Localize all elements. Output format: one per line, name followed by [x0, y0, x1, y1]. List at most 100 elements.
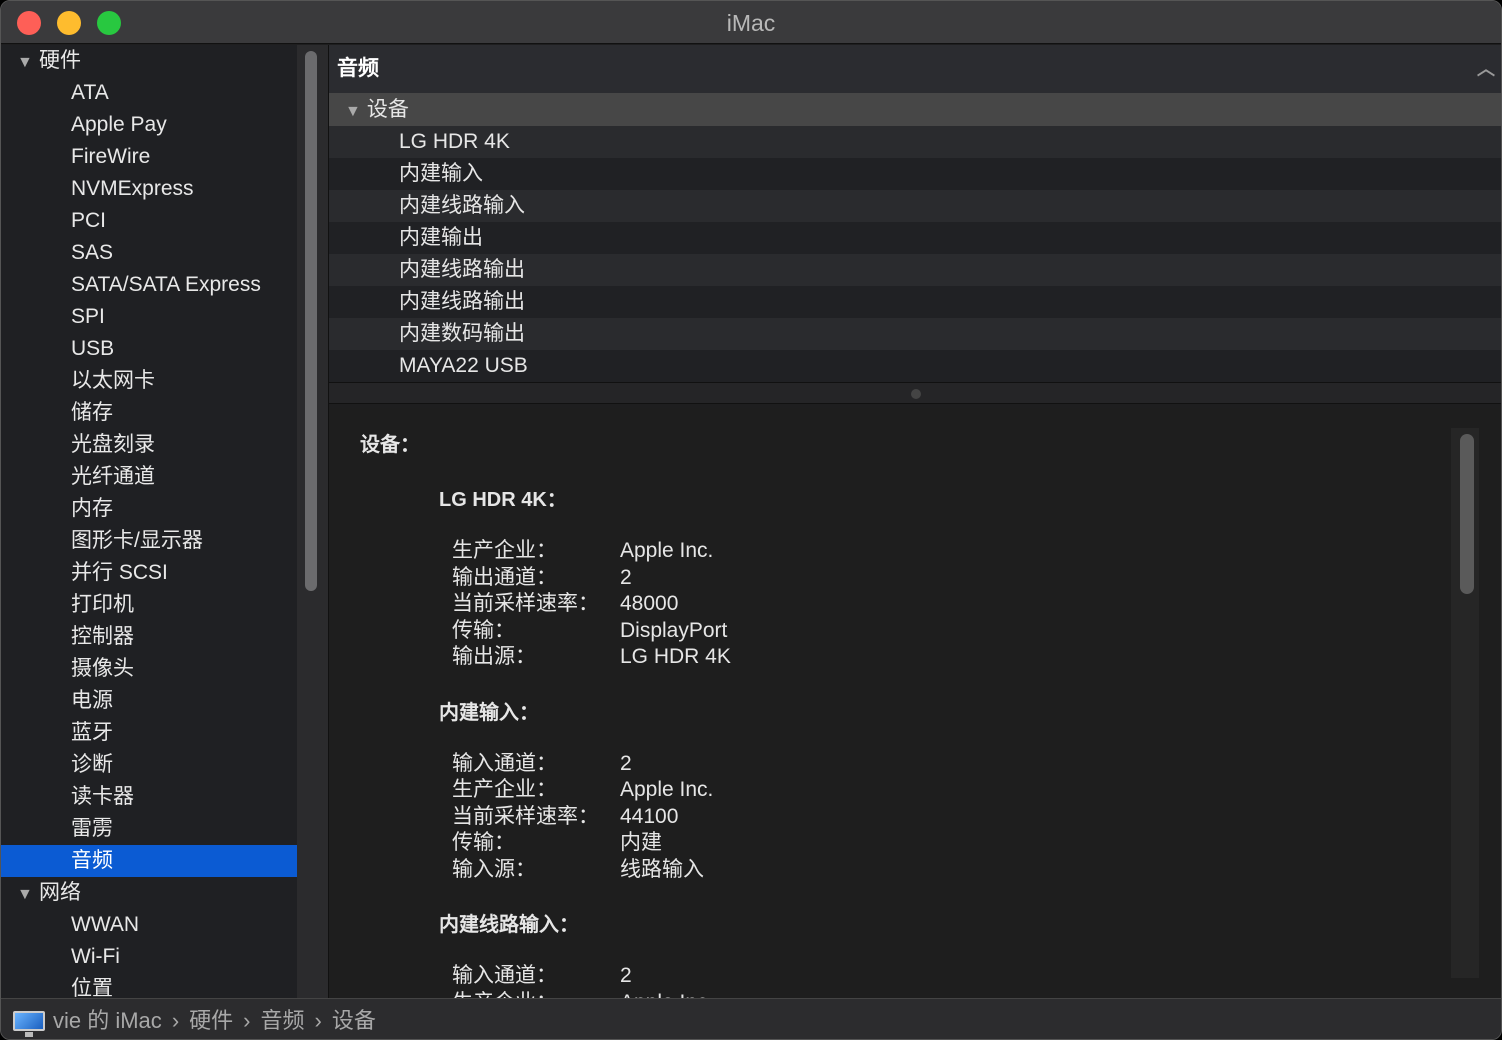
- property-label: 输入源：: [452, 857, 536, 881]
- sidebar-group[interactable]: ▼ 网络: [1, 877, 297, 909]
- property-label: 当前采样速率：: [452, 592, 599, 615]
- sidebar-item[interactable]: USB: [1, 333, 297, 365]
- chevron-right-icon: ›: [171, 1008, 180, 1033]
- sidebar-group[interactable]: ▼ 硬件: [1, 45, 297, 77]
- sidebar-item[interactable]: 位置: [1, 973, 297, 998]
- sidebar-item[interactable]: 光盘刻录: [1, 429, 297, 461]
- sidebar-item[interactable]: SPI: [1, 301, 297, 333]
- sidebar-item[interactable]: 电源: [1, 685, 297, 717]
- property-value: 2: [620, 964, 632, 987]
- sidebar-item[interactable]: 储存: [1, 397, 297, 429]
- property-value: DisplayPort: [620, 618, 728, 642]
- sidebar-item[interactable]: 以太网卡: [1, 365, 297, 397]
- sidebar-item[interactable]: SATA/SATA Express: [1, 269, 297, 301]
- sidebar-item[interactable]: 蓝牙: [1, 717, 297, 749]
- window-title: iMac: [726, 10, 776, 36]
- property-row: 输入通道： 2: [452, 963, 713, 990]
- sidebar-item[interactable]: ATA: [1, 77, 297, 109]
- divider-handle[interactable]: [911, 389, 921, 399]
- content-pane: 音频 ︿ ▼ 设备 LG HDR 4K 内建输入 内建线路输入 内建输出 内建线路输出 内建线…: [329, 45, 1501, 998]
- list-item[interactable]: 内建线路输出: [329, 286, 1501, 318]
- sidebar-item[interactable]: 读卡器: [1, 781, 297, 813]
- list-item[interactable]: 内建输入: [329, 158, 1501, 190]
- chevron-right-icon: ›: [314, 1008, 322, 1033]
- sidebar-item[interactable]: 摄像头: [1, 653, 297, 685]
- disclosure-triangle-icon[interactable]: ▼: [17, 879, 39, 911]
- property-row: 输出通道： 2: [452, 565, 731, 592]
- list-header-label: 音频: [337, 57, 379, 80]
- property-label: 生产企业：: [452, 778, 557, 801]
- property-row: 输出源： LG HDR 4K: [452, 644, 731, 671]
- detail-title: 设备：: [360, 434, 420, 456]
- property-row: 生产企业：Apple Inc.: [452, 990, 713, 999]
- list-group-devices[interactable]: ▼ 设备: [329, 93, 1501, 126]
- sidebar-item[interactable]: FireWire: [1, 141, 297, 173]
- split-divider[interactable]: [329, 382, 1501, 404]
- sidebar-item[interactable]: 并行 SCSI: [1, 557, 297, 589]
- property-row: 当前采样速率： 44100: [452, 804, 713, 831]
- list-item[interactable]: 内建数码输出: [329, 318, 1501, 350]
- sidebar-item[interactable]: WWAN: [1, 909, 297, 941]
- property-row: 输入源： 线路输入: [452, 857, 713, 884]
- property-value: 2: [620, 751, 632, 775]
- property-value: Apple Inc.: [620, 778, 714, 801]
- sidebar-item[interactable]: 雷雳: [1, 813, 297, 845]
- detail-pane: 设备： LG HDR 4K： 生产企业： Apple Inc. 输出通道： 2 当前采样速…: [329, 408, 1501, 998]
- sidebar-item[interactable]: 内存: [1, 493, 297, 525]
- property-label: 输入通道：: [452, 751, 557, 775]
- breadcrumb: vie 的 iMac › 硬件 › 音频 › 设备: [1, 998, 1501, 1039]
- property-label: 输出源：: [452, 645, 536, 668]
- sidebar-scroll-thumb[interactable]: [305, 51, 317, 591]
- breadcrumb-item[interactable]: 音频: [260, 1008, 304, 1033]
- sidebar-item[interactable]: 诊断: [1, 749, 297, 781]
- property-row: 生产企业： Apple Inc.: [452, 777, 713, 804]
- sidebar-item[interactable]: 光纤通道: [1, 461, 297, 493]
- property-row: 传输： 内建: [452, 830, 713, 857]
- sidebar-item[interactable]: SAS: [1, 237, 297, 269]
- property-row: 传输： DisplayPort: [452, 618, 731, 645]
- device-heading: LG HDR 4K：: [439, 489, 567, 511]
- list-item[interactable]: 内建线路输出: [329, 254, 1501, 286]
- sidebar-item[interactable]: NVMExpress: [1, 173, 297, 205]
- property-value: Apple Inc.: [620, 990, 713, 999]
- sidebar-item[interactable]: 打印机: [1, 589, 297, 621]
- imac-icon: [13, 1011, 45, 1037]
- breadcrumb-item[interactable]: 设备: [332, 1008, 376, 1033]
- property-value: 内建: [620, 831, 662, 854]
- group-label: 设备: [366, 98, 409, 121]
- list-item[interactable]: MAYA22 USB: [329, 350, 1501, 382]
- property-value: LG HDR 4K: [620, 645, 731, 668]
- detail-scrollbar[interactable]: [1451, 428, 1479, 978]
- sidebar-item[interactable]: Wi-Fi: [1, 941, 297, 973]
- sidebar-scrollbar[interactable]: [297, 45, 329, 998]
- device-properties: 输入通道：2生产企业：Apple Inc.: [452, 963, 713, 998]
- device-properties: 生产企业： Apple Inc. 输出通道： 2 当前采样速率： 48000 传输： Disp…: [452, 538, 731, 671]
- sidebar-item[interactable]: Apple Pay: [1, 109, 297, 141]
- sidebar-item[interactable]: 音频: [1, 845, 297, 877]
- property-value: 48000: [620, 592, 679, 615]
- list-item[interactable]: 内建输出: [329, 222, 1501, 254]
- property-row: 当前采样速率： 48000: [452, 591, 731, 618]
- breadcrumb-item[interactable]: 硬件: [189, 1008, 233, 1033]
- property-label: 生产企业：: [452, 539, 557, 562]
- sidebar-group-label: 网络: [39, 881, 81, 904]
- breadcrumb-item[interactable]: vie 的 iMac: [53, 1008, 162, 1033]
- property-label: 输入通道：: [452, 964, 557, 987]
- sidebar-group-label: 硬件: [39, 49, 81, 72]
- window: iMac ▼ 硬件 ATA Apple Pay FireWire NVMExpress PC…: [0, 0, 1502, 1040]
- device-properties: 输入通道： 2 生产企业： Apple Inc. 当前采样速率： 44100 传输： 内建 输入…: [452, 751, 713, 884]
- disclosure-triangle-icon[interactable]: ▼: [345, 103, 361, 120]
- sidebar-item[interactable]: PCI: [1, 205, 297, 237]
- sidebar: ▼ 硬件 ATA Apple Pay FireWire NVMExpress PCI SAS S…: [1, 45, 297, 998]
- chevron-up-icon[interactable]: ︿: [1477, 45, 1495, 93]
- disclosure-triangle-icon[interactable]: ▼: [17, 47, 39, 79]
- list-item[interactable]: LG HDR 4K: [329, 126, 1501, 158]
- detail-scroll-thumb[interactable]: [1460, 434, 1474, 594]
- sidebar-item[interactable]: 图形卡/显示器: [1, 525, 297, 557]
- sidebar-item[interactable]: 控制器: [1, 621, 297, 653]
- list-header[interactable]: 音频 ︿: [329, 45, 1501, 93]
- list-item[interactable]: 内建线路输入: [329, 190, 1501, 222]
- property-label: 输出通道：: [452, 565, 557, 589]
- property-label: 生产企业：: [452, 990, 620, 999]
- property-value: Apple Inc.: [620, 539, 714, 562]
